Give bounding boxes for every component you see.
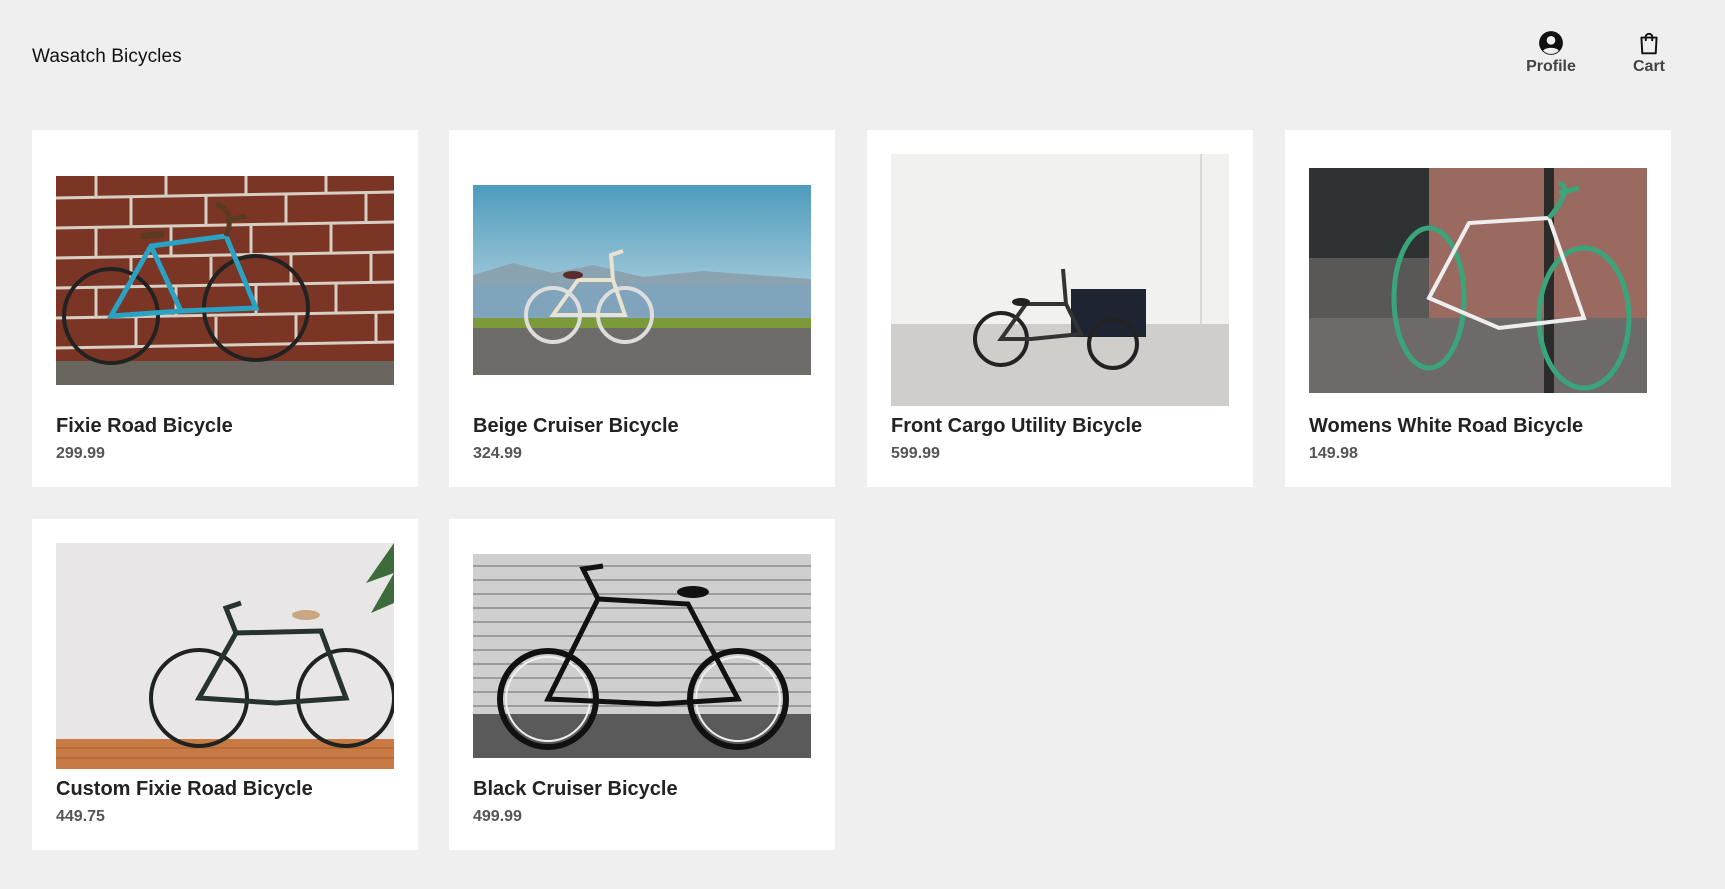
product-name: Custom Fixie Road Bicycle [56, 778, 313, 800]
product-price: 299.99 [56, 445, 105, 462]
product-image[interactable] [56, 176, 394, 385]
product-name: Beige Cruiser Bicycle [473, 415, 679, 437]
cart-label: Cart [1632, 58, 1665, 75]
product-image[interactable] [473, 554, 811, 758]
product-name: Fixie Road Bicycle [56, 415, 233, 437]
product-card[interactable]: Fixie Road Bicycle 299.99 [32, 130, 418, 487]
product-price: 449.75 [56, 808, 105, 825]
product-card[interactable]: Womens White Road Bicycle 149.98 [1285, 130, 1671, 487]
profile-button[interactable]: Profile [1516, 30, 1586, 76]
brand-title[interactable]: Wasatch Bicycles [32, 46, 182, 68]
product-card[interactable]: Custom Fixie Road Bicycle 449.75 [32, 519, 418, 850]
product-image[interactable] [473, 185, 811, 375]
shopping-bag-icon [1640, 32, 1658, 55]
product-name: Front Cargo Utility Bicycle [891, 415, 1143, 437]
product-price: 499.99 [473, 808, 522, 825]
product-card[interactable]: Front Cargo Utility Bicycle 599.99 [867, 130, 1253, 487]
profile-label: Profile [1526, 58, 1576, 75]
user-circle-icon [1539, 31, 1563, 55]
site-header: Wasatch Bicycles Profile Cart [0, 0, 1725, 110]
product-name: Black Cruiser Bicycle [473, 778, 678, 800]
product-card[interactable]: Beige Cruiser Bicycle 324.99 [449, 130, 835, 487]
product-price: 149.98 [1309, 445, 1358, 462]
product-image[interactable] [891, 154, 1229, 406]
product-price: 599.99 [891, 445, 940, 462]
product-image[interactable] [56, 543, 394, 769]
product-price: 324.99 [473, 445, 522, 462]
product-name: Womens White Road Bicycle [1309, 415, 1584, 437]
product-card[interactable]: Black Cruiser Bicycle 499.99 [449, 519, 835, 850]
product-image[interactable] [1309, 168, 1647, 393]
cart-button[interactable]: Cart [1614, 30, 1684, 76]
